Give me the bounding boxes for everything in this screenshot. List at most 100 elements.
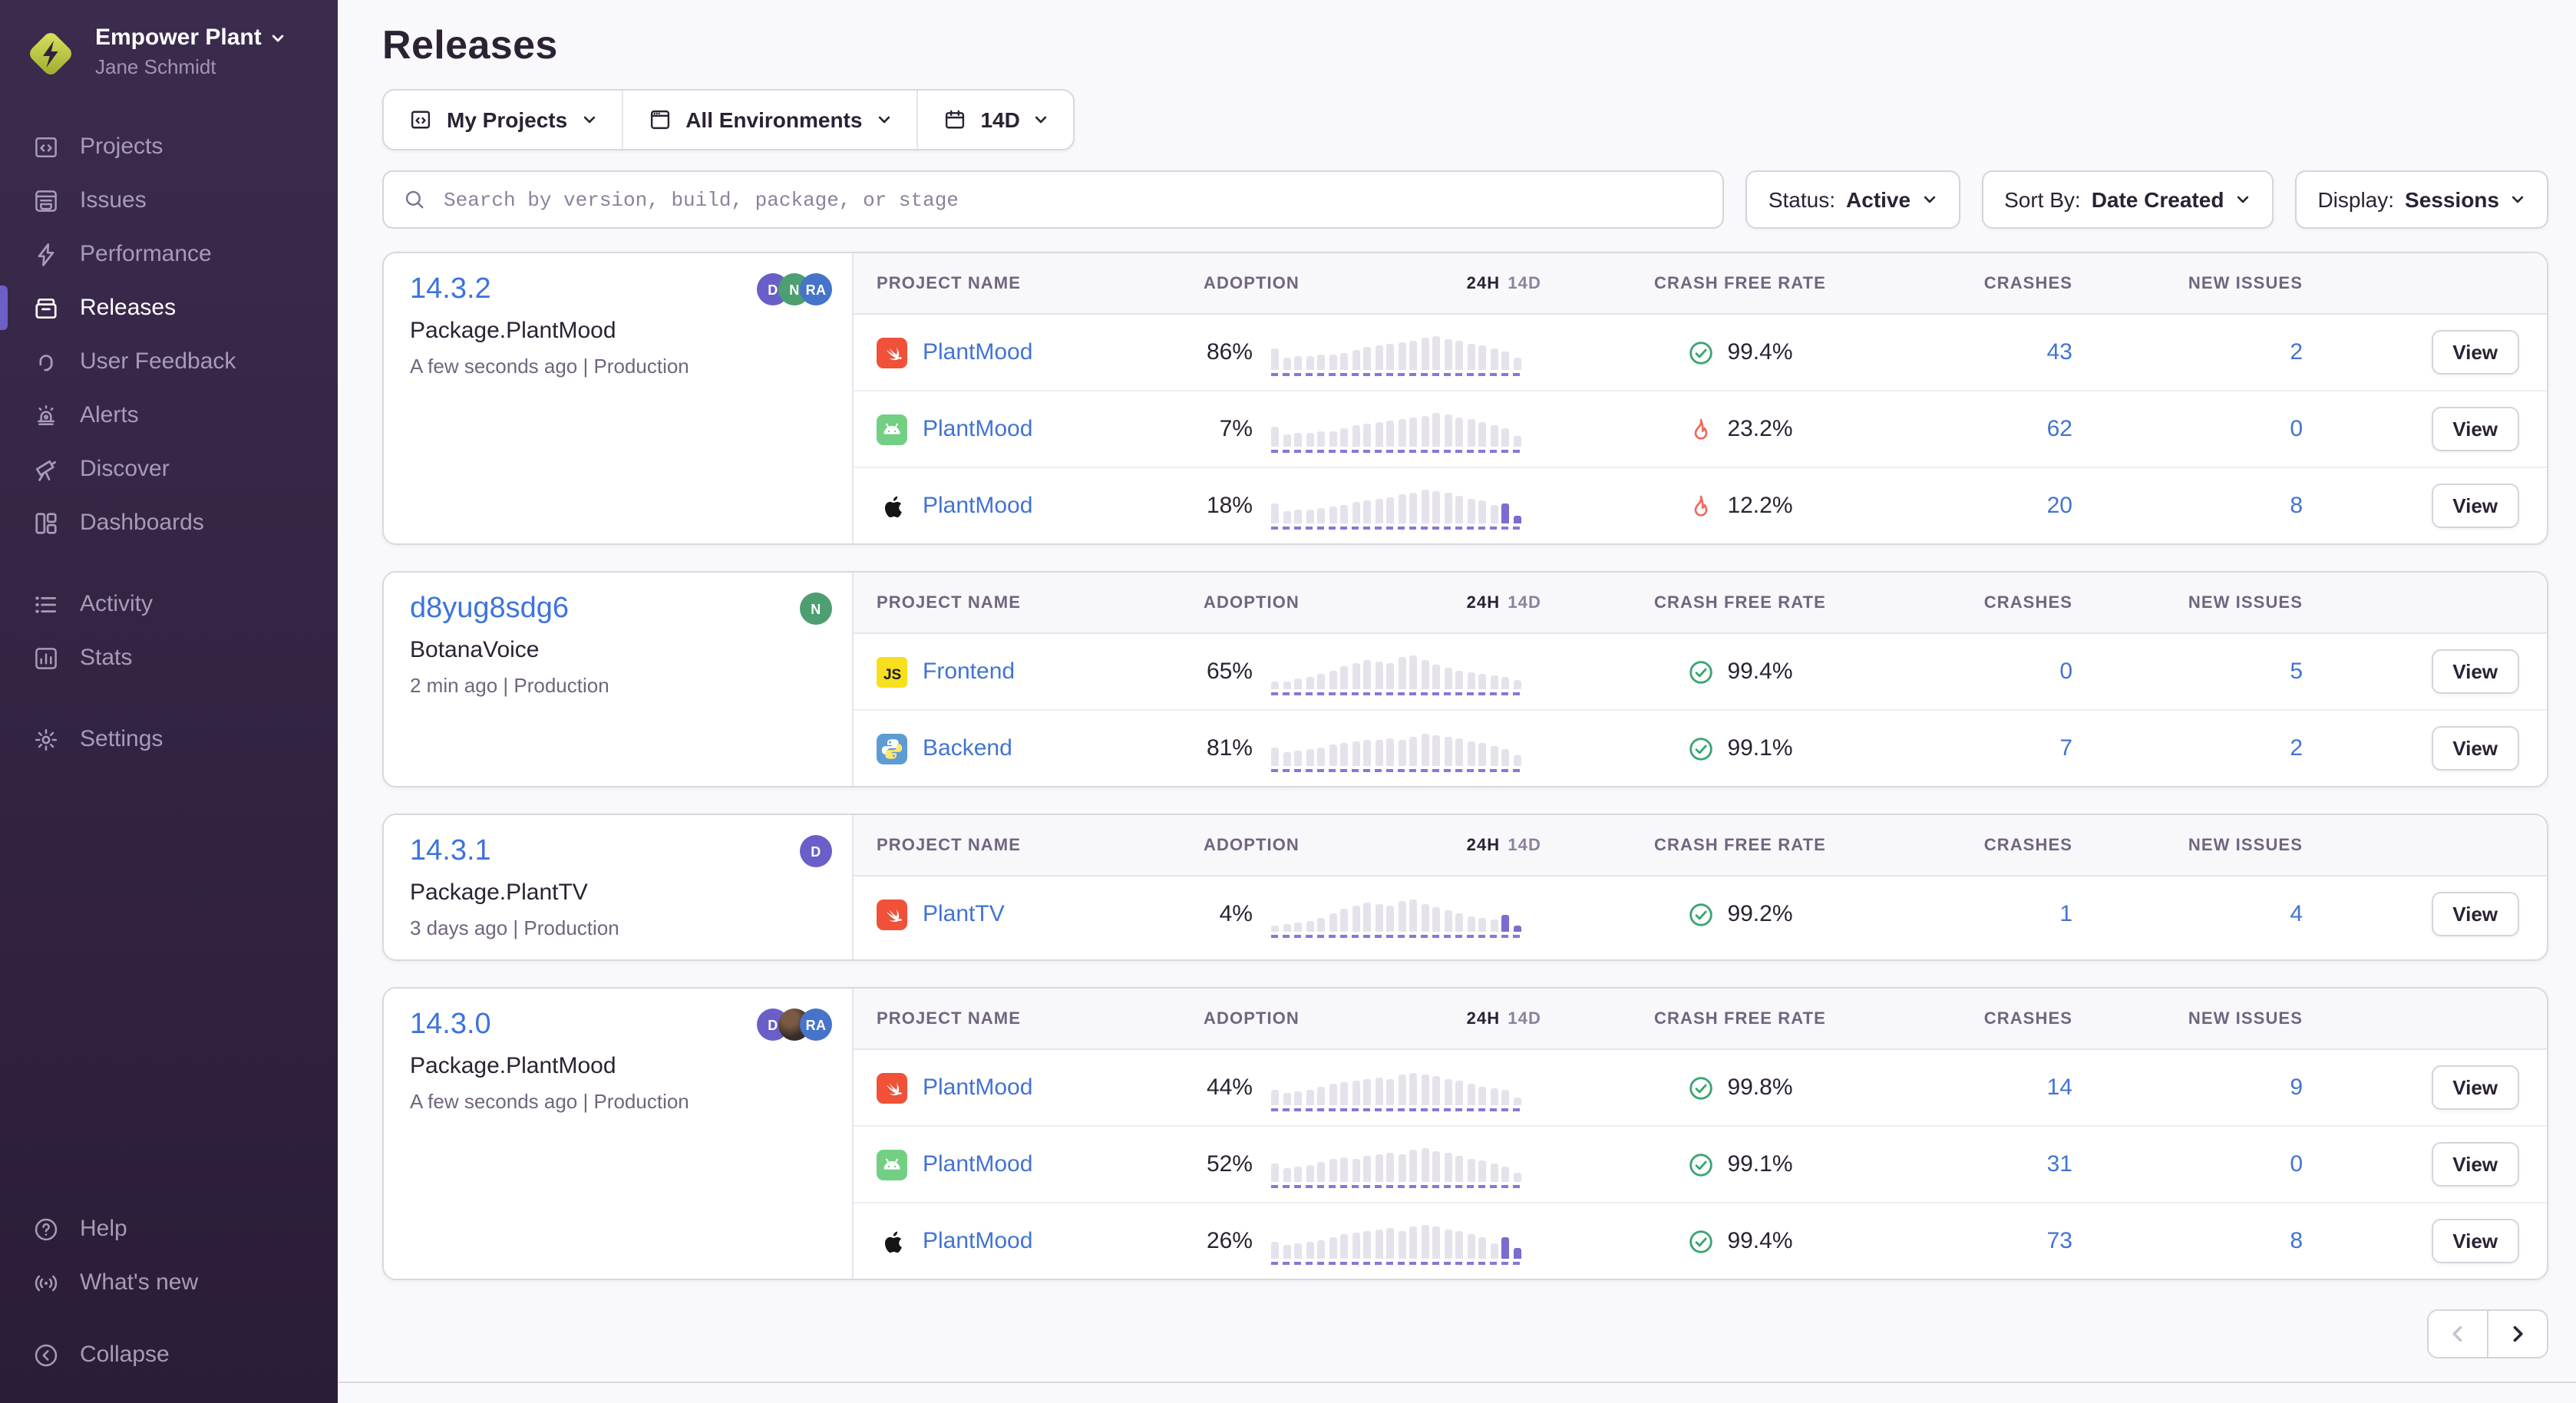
column-project-name: PROJECT NAME [854,274,1176,292]
previous-page-button[interactable] [2427,1309,2488,1358]
range-14d[interactable]: 14D [1508,593,1541,612]
view-button[interactable]: View [2431,649,2519,694]
environment-filter[interactable]: All Environments [623,91,917,149]
adoption-sparkline [1271,649,1521,695]
range-14d[interactable]: 14D [1508,836,1541,854]
check-circle-icon [1687,900,1715,928]
release-version-link[interactable]: d8yug8sdg6 [410,593,831,626]
project-link[interactable]: PlantMood [923,1075,1032,1101]
release-version-link[interactable]: 14.3.1 [410,835,831,869]
range-24h[interactable]: 24H [1467,836,1501,854]
sidebar-item-alerts[interactable]: Alerts [0,388,338,442]
table-header-row: PROJECT NAME ADOPTION 24H14D CRASH FREE … [854,989,2547,1050]
sidebar-item-collapse[interactable]: Collapse [0,1328,338,1382]
column-crashes: CRASHES [1920,1009,2082,1028]
dashboards-icon [32,509,60,536]
release-list: 14.3.2 Package.PlantMood A few seconds a… [382,252,2548,1280]
range-24h[interactable]: 24H [1467,1009,1501,1028]
sidebar-item-releases[interactable]: Releases [0,281,338,335]
view-button[interactable]: View [2431,330,2519,375]
new-issues-count-link[interactable]: 8 [2290,493,2303,519]
new-issues-count-link[interactable]: 2 [2290,339,2303,365]
project-link[interactable]: PlantMood [923,1228,1032,1254]
crashes-count-link[interactable]: 14 [2047,1075,2072,1101]
sidebar-item-stats[interactable]: Stats [0,631,338,685]
crashes-count-link[interactable]: 0 [2059,659,2072,685]
view-button[interactable]: View [2431,484,2519,528]
sidebar-item-issues[interactable]: Issues [0,173,338,227]
check-circle-icon [1687,735,1715,762]
new-issues-count-link[interactable]: 4 [2290,901,2303,927]
project-link[interactable]: PlantTV [923,901,1005,927]
crashes-count-link[interactable]: 73 [2047,1228,2072,1254]
range-24h[interactable]: 24H [1467,274,1501,292]
crash-free-value: 99.1% [1727,735,1792,761]
adoption-value: 26% [1176,1228,1271,1254]
project-link[interactable]: Frontend [923,659,1015,685]
sidebar-item-help[interactable]: Help [0,1202,338,1256]
sidebar-item-projects[interactable]: Projects [0,120,338,173]
range-24h[interactable]: 24H [1467,593,1501,612]
sidebar-item-performance[interactable]: Performance [0,227,338,281]
new-issues-count-link[interactable]: 0 [2290,1151,2303,1177]
date-range-filter[interactable]: 14D [917,91,1073,149]
crashes-count-link[interactable]: 1 [2059,901,2072,927]
sort-dropdown[interactable]: Sort By: Date Created [1981,170,2273,229]
status-dropdown[interactable]: Status: Active [1745,170,1960,229]
view-button[interactable]: View [2431,892,2519,936]
range-toggle[interactable]: 24H 14D [1467,593,1541,612]
view-button[interactable]: View [2431,1065,2519,1110]
avatar[interactable]: RA [800,273,832,305]
python-icon [877,733,907,764]
crashes-count-link[interactable]: 7 [2059,735,2072,761]
column-new-issues: NEW ISSUES [2082,274,2312,292]
view-button[interactable]: View [2431,1219,2519,1263]
crashes-count-link[interactable]: 43 [2047,339,2072,365]
avatar[interactable]: RA [800,1009,832,1041]
view-button[interactable]: View [2431,1142,2519,1187]
sidebar-item-dashboards[interactable]: Dashboards [0,496,338,550]
range-toggle[interactable]: 24H 14D [1467,1009,1541,1028]
release-info: 14.3.2 Package.PlantMood A few seconds a… [384,253,854,543]
next-page-button[interactable] [2487,1309,2548,1358]
range-toggle[interactable]: 24H 14D [1467,274,1541,292]
search-input[interactable] [441,187,1704,213]
range-14d[interactable]: 14D [1508,274,1541,292]
sidebar-item-user-feedback[interactable]: User Feedback [0,335,338,388]
check-circle-icon [1687,1227,1715,1255]
range-14d[interactable]: 14D [1508,1009,1541,1028]
crash-free-value: 99.4% [1727,659,1792,685]
column-adoption: ADOPTION [1204,836,1300,854]
avatar[interactable]: D [800,835,832,867]
sidebar-item-discover[interactable]: Discover [0,442,338,496]
chevron-left-icon [2447,1323,2469,1345]
project-link[interactable]: PlantMood [923,416,1032,442]
sidebar-item-activity[interactable]: Activity [0,577,338,631]
org-switcher[interactable]: Empower Plant Jane Schmidt [0,0,338,98]
range-toggle[interactable]: 24H 14D [1467,836,1541,854]
project-link[interactable]: Backend [923,735,1012,761]
global-filter-bar: My Projects All Environments 14D [382,89,1075,150]
view-button[interactable]: View [2431,407,2519,451]
crashes-count-link[interactable]: 20 [2047,493,2072,519]
new-issues-count-link[interactable]: 2 [2290,735,2303,761]
crashes-count-link[interactable]: 62 [2047,416,2072,442]
sidebar-item-what-s-new[interactable]: What's new [0,1256,338,1309]
new-issues-count-link[interactable]: 0 [2290,416,2303,442]
project-filter[interactable]: My Projects [384,91,623,149]
project-row: JS Frontend 65% 99.4% 0 5 View [854,634,2547,711]
project-link[interactable]: PlantMood [923,339,1032,365]
swift-icon [877,1072,907,1103]
new-issues-count-link[interactable]: 5 [2290,659,2303,685]
view-button[interactable]: View [2431,726,2519,771]
avatar[interactable]: N [800,593,832,625]
project-link[interactable]: PlantMood [923,1151,1032,1177]
sparkline-baseline [1271,449,1521,452]
sidebar-item-settings[interactable]: Settings [0,712,338,766]
display-dropdown[interactable]: Display: Sessions [2294,170,2548,229]
adoption-value: 86% [1176,339,1271,365]
crashes-count-link[interactable]: 31 [2047,1151,2072,1177]
new-issues-count-link[interactable]: 8 [2290,1228,2303,1254]
new-issues-count-link[interactable]: 9 [2290,1075,2303,1101]
project-link[interactable]: PlantMood [923,493,1032,519]
